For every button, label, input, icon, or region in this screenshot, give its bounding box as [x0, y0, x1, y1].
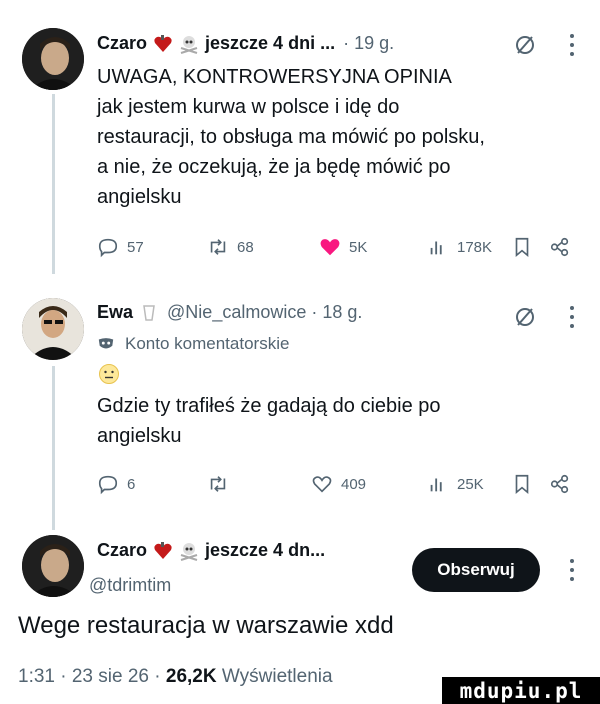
- tweet-actions: 6 409 25K: [97, 469, 587, 499]
- heart-emoji-icon: [154, 541, 172, 559]
- bookmark-button[interactable]: [511, 469, 541, 499]
- tweet-actions: 57 68 5K 178K: [97, 232, 587, 262]
- author-name[interactable]: Czaro: [97, 33, 147, 54]
- grok-icon[interactable]: [513, 305, 537, 329]
- avatar[interactable]: [22, 28, 84, 90]
- views-total: 26,2K: [165, 666, 217, 687]
- main-tweet-text: Wege restauracja w warszawie xdd: [18, 612, 394, 639]
- skull-crossbones-icon: [180, 35, 198, 54]
- views-count: 178K: [457, 238, 493, 256]
- tweet-text-line: angielsku: [97, 425, 182, 447]
- author-handle[interactable]: @Nie_calmowice · 18 g.: [167, 302, 362, 323]
- display-name-suffix: jeszcze 4 dn...: [205, 540, 326, 560]
- avatar[interactable]: [22, 535, 84, 597]
- bookmark-button[interactable]: [511, 232, 541, 262]
- more-options-icon[interactable]: [569, 34, 575, 56]
- share-button[interactable]: [549, 232, 579, 262]
- heart-filled-icon: [320, 239, 340, 256]
- follow-button[interactable]: Obserwuj: [412, 548, 540, 592]
- reply-count: 6: [127, 475, 136, 493]
- tweet-text-line: jak jestem kurwa w polsce i idę do: [97, 96, 400, 118]
- share-icon: [550, 474, 569, 494]
- views-icon: [430, 478, 442, 492]
- tweet-text-line: UWAGA, KONTROWERSYJNA OPINIA: [97, 66, 452, 88]
- account-label: Konto komentatorskie: [97, 334, 289, 354]
- avatar[interactable]: [22, 298, 84, 360]
- display-name-suffix: jeszcze 4 dni ...: [205, 33, 336, 53]
- tweet-header: Czaro jeszcze 4 dn...: [97, 540, 325, 561]
- repost-button[interactable]: [207, 469, 237, 499]
- tweet-time[interactable]: · 19 g.: [343, 33, 394, 54]
- like-count: 5K: [349, 238, 368, 256]
- like-button[interactable]: 5K: [319, 232, 367, 262]
- watermark-logo: mdupiu.pl: [442, 677, 600, 704]
- tweet-text: UWAGA, KONTROWERSYJNA OPINIA jak jestem …: [97, 62, 577, 212]
- tweet-timestamp[interactable]: 1:31 · 23 sie 26 ·: [18, 666, 161, 687]
- grok-icon[interactable]: [513, 33, 537, 57]
- like-button[interactable]: 409: [311, 469, 366, 499]
- tweet-header: Ewa @Nie_calmowice · 18 g.: [97, 302, 362, 323]
- repost-icon: [210, 476, 226, 492]
- heart-emoji-icon: [154, 34, 172, 52]
- repost-icon: [210, 239, 226, 255]
- heart-outline-icon: [312, 476, 332, 493]
- glass-emoji-icon: [143, 304, 155, 321]
- bookmark-icon: [515, 474, 529, 495]
- views-button[interactable]: 178K: [427, 232, 492, 262]
- repost-button[interactable]: 68: [207, 232, 254, 262]
- repost-count: 68: [237, 238, 254, 256]
- more-options-icon[interactable]: [569, 306, 575, 328]
- more-options-icon[interactable]: [569, 559, 575, 581]
- author-handle[interactable]: @tdrimtim: [89, 575, 171, 596]
- tweet-text-line: angielsku: [97, 186, 182, 208]
- tweet-text-line: restauracji, to obsługa ma mówić po pols…: [97, 126, 485, 148]
- thread-line: [52, 94, 55, 274]
- views-button[interactable]: 25K: [427, 469, 484, 499]
- account-label-text: Konto komentatorskie: [125, 334, 290, 353]
- tweet-text: Gdzie ty trafiłeś że gadają do ciebie po…: [97, 391, 577, 451]
- views-label: Wyświetlenia: [221, 666, 333, 687]
- face-emoji-icon: [99, 364, 119, 384]
- skull-crossbones-icon: [180, 542, 198, 561]
- bookmark-icon: [515, 237, 529, 258]
- share-button[interactable]: [549, 469, 579, 499]
- reply-icon: [98, 238, 118, 258]
- reply-button[interactable]: 57: [97, 232, 144, 262]
- reply-count: 57: [127, 238, 144, 256]
- mask-icon: [98, 338, 114, 349]
- author-name[interactable]: Czaro: [97, 540, 147, 561]
- tweet-footer: 1:31 · 23 sie 26 · 26,2K Wyświetlenia: [18, 666, 333, 688]
- views-count: 25K: [457, 475, 484, 493]
- reply-icon: [98, 475, 118, 495]
- views-icon: [430, 241, 442, 255]
- share-icon: [550, 237, 569, 257]
- thread-line: [52, 366, 55, 530]
- like-count: 409: [341, 475, 367, 493]
- tweet-text-line: a nie, że oczekują, że ja będę mówić po: [97, 156, 451, 178]
- author-name[interactable]: Ewa: [97, 302, 133, 323]
- reply-button[interactable]: 6: [97, 469, 135, 499]
- tweet-header: Czaro jeszcze 4 dni ... · 19 g.: [97, 33, 394, 54]
- tweet-text-line: Gdzie ty trafiłeś że gadają do ciebie po: [97, 395, 441, 417]
